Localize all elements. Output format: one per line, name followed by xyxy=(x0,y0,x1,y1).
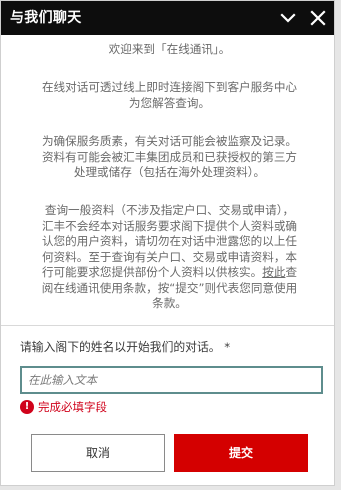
form-divider xyxy=(1,325,334,326)
privacy-line: 认您的用户资料，请切勿在对话中泄露您的以上任 xyxy=(41,234,298,248)
privacy-line: 行可能要求您提供部份个人资料以供核实。按此查 xyxy=(15,265,324,281)
privacy-line: 汇丰不会经本对话服务要求阁下提供个人资料或确 xyxy=(41,218,298,233)
welcome-text: 欢迎来到「在线通讯」。 xyxy=(15,42,324,58)
privacy-line-text: 行可能要求您提供部份个人资料以供核实。 xyxy=(41,265,263,279)
intro-line: 为您解答查询。 xyxy=(128,95,211,110)
privacy-line: 条款。 xyxy=(152,296,187,310)
monitor-line: 处理或储存（包括在海外处理资料）。 xyxy=(73,165,266,179)
validation-error: ! 完成必填字段 xyxy=(20,399,107,415)
privacy-line-text: 查 xyxy=(285,265,298,279)
submit-button[interactable]: 提交 xyxy=(174,434,308,472)
chat-title: 与我们聊天 xyxy=(10,10,82,26)
monitor-paragraph: 为确保服务质素，有关对话可能会被监察及记录。 资料有可能会被汇丰集团成员和已获授… xyxy=(15,134,324,181)
privacy-paragraph: 查询一般资料（不涉及指定户口、交易或申请）， 汇丰不会经本对话服务要求阁下提供个… xyxy=(15,203,324,312)
monitor-line: 资料有可能会被汇丰集团成员和已获授权的第三方 xyxy=(41,149,298,164)
terms-link[interactable]: 按此 xyxy=(262,265,285,279)
error-message: 完成必填字段 xyxy=(38,400,107,414)
close-icon[interactable] xyxy=(308,8,328,28)
privacy-line: 何资料。至于查询有关户口、交易或申请资料，本 xyxy=(41,249,298,264)
cancel-button[interactable]: 取消 xyxy=(31,434,165,472)
privacy-line: 阅在线通讯使用条款，按“提交”则代表您同意使用 xyxy=(41,280,298,295)
error-icon: ! xyxy=(20,400,34,414)
monitor-line: 为确保服务质素，有关对话可能会被监察及记录。 xyxy=(41,134,298,148)
intro-paragraph: 在线对话可透过线上即时连接阁下到客户服务中心 为您解答查询。 xyxy=(15,80,324,111)
chat-widget: 与我们聊天 欢迎来到「在线通讯」。 在线对话可透过线上即时连接阁下到客户服务中心… xyxy=(0,0,335,486)
chat-header: 与我们聊天 xyxy=(1,1,334,35)
privacy-line: 查询一般资料（不涉及指定户口、交易或申请）， xyxy=(44,203,295,217)
chevron-down-icon[interactable] xyxy=(278,8,298,28)
intro-line: 在线对话可透过线上即时连接阁下到客户服务中心 xyxy=(41,80,298,94)
welcome-line: 欢迎来到「在线通讯」。 xyxy=(108,42,231,56)
name-prompt: 请输入阁下的姓名以开始我们的对话。 * xyxy=(20,340,231,354)
name-input[interactable] xyxy=(20,366,323,394)
